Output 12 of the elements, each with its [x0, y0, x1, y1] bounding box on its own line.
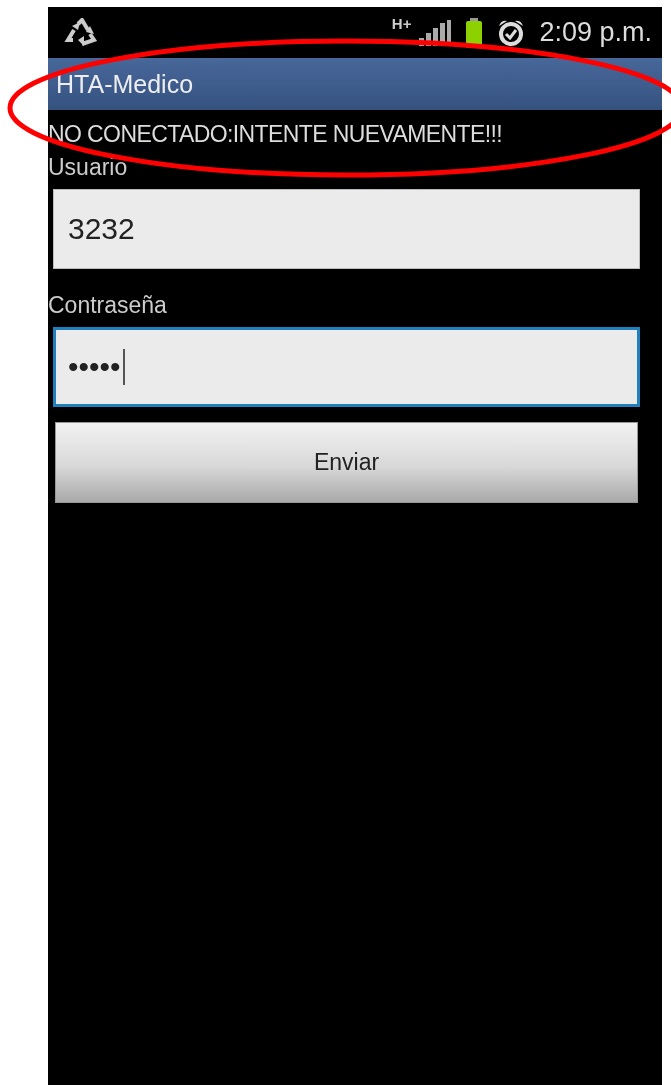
field-label: Contraseña	[48, 291, 168, 319]
recycle-icon	[64, 17, 98, 48]
app-title: HTA-Medico	[56, 69, 194, 99]
field-label: Usuario	[48, 153, 129, 181]
clock-time: 2:09 p.m.	[539, 17, 652, 48]
signal-icon	[419, 19, 452, 46]
alarm-clock-icon	[497, 18, 526, 47]
input-field[interactable]: 3232	[53, 189, 640, 269]
input-field[interactable]: •••••	[53, 327, 640, 407]
network-type: H+	[391, 15, 412, 32]
error-message: NO CONECTADO:INTENTE NUEVAMENTE!!!	[48, 120, 504, 149]
send-button[interactable]: Enviar	[55, 422, 638, 503]
